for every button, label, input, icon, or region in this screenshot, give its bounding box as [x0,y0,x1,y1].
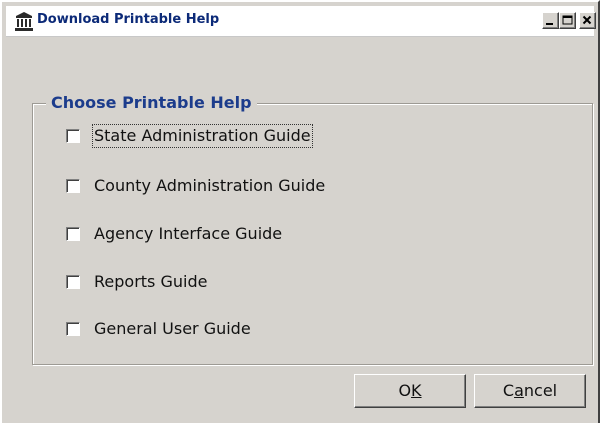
option-label[interactable]: State Administration Guide [92,124,313,148]
option-label[interactable]: County Administration Guide [93,175,326,197]
group-title: Choose Printable Help [46,93,257,113]
cancel-label-pre: C [502,381,515,400]
dialog-window: Download Printable Help Choose Printable… [0,0,600,423]
ok-button[interactable]: OK [354,374,466,408]
maximize-button[interactable] [559,12,576,29]
minimize-button[interactable] [542,12,559,29]
cancel-button[interactable]: Cancel [474,374,586,408]
option-label[interactable]: Reports Guide [93,271,208,293]
close-button[interactable] [579,12,596,29]
maximize-icon [562,15,573,25]
ok-label-pre: O [398,381,412,400]
checkbox[interactable] [66,275,80,289]
title-bar[interactable]: Download Printable Help [6,6,596,37]
cancel-mnemonic: a [514,381,524,400]
window-title: Download Printable Help [37,12,220,27]
checkbox[interactable] [66,322,80,336]
close-icon [582,15,592,25]
checkbox[interactable] [66,179,80,193]
minimize-icon [546,23,553,25]
government-building-icon [15,11,33,31]
ok-mnemonic: K [411,381,422,400]
checkbox[interactable] [66,129,80,143]
checkbox[interactable] [66,227,80,241]
cancel-label-post: ncel [523,381,558,400]
option-label[interactable]: General User Guide [93,318,252,340]
option-label[interactable]: Agency Interface Guide [93,223,283,245]
